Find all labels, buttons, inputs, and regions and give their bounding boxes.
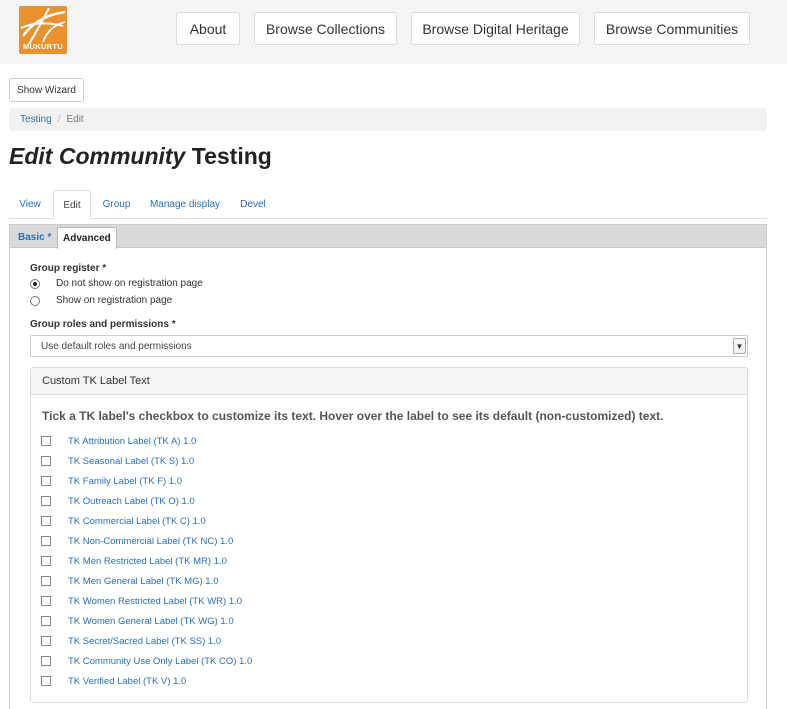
vtab-basic[interactable]: Basic * <box>13 227 56 248</box>
tab-view[interactable]: View <box>9 190 51 219</box>
tk-label-text[interactable]: TK Family Label (TK F) 1.0 <box>68 476 182 487</box>
page-title-name: Testing <box>191 143 272 169</box>
breadcrumb-current: Edit <box>66 114 84 125</box>
tk-label-text[interactable]: TK Community Use Only Label (TK CO) 1.0 <box>68 656 252 667</box>
radio-button-checked[interactable] <box>30 278 40 289</box>
nav-browse-digital-heritage[interactable]: Browse Digital Heritage <box>411 12 580 45</box>
logo-text: MUKURTU <box>22 42 63 51</box>
checkbox[interactable] <box>41 456 51 466</box>
checkbox[interactable] <box>41 436 51 446</box>
tab-manage-display[interactable]: Manage display <box>142 190 228 219</box>
group-roles-value: Use default roles and permissions <box>41 340 192 352</box>
tk-label-text[interactable]: TK Men General Label (TK MG) 1.0 <box>68 576 218 587</box>
breadcrumb-separator: / <box>57 114 61 125</box>
group-roles-label: Group roles and permissions * <box>30 319 176 330</box>
tk-label-text[interactable]: TK Attribution Label (TK A) 1.0 <box>68 436 196 447</box>
tk-label-row[interactable]: TK Family Label (TK F) 1.0 <box>41 474 182 488</box>
checkbox[interactable] <box>41 616 51 626</box>
tk-label-text[interactable]: TK Men Restricted Label (TK MR) 1.0 <box>68 556 227 567</box>
radio-label: Show on registration page <box>56 295 173 306</box>
vertical-tab-bar: Basic * Advanced <box>10 225 766 249</box>
tk-label-row[interactable]: TK Men Restricted Label (TK MR) 1.0 <box>41 554 227 568</box>
chevron-down-icon[interactable]: ▼ <box>733 338 746 354</box>
breadcrumb-link-testing[interactable]: Testing <box>20 114 52 125</box>
checkbox[interactable] <box>41 576 51 586</box>
vtab-advanced[interactable]: Advanced <box>57 227 117 249</box>
tk-label-text[interactable]: TK Women Restricted Label (TK WR) 1.0 <box>68 596 242 607</box>
tab-group[interactable]: Group <box>95 190 138 219</box>
checkbox[interactable] <box>41 556 51 566</box>
checkbox[interactable] <box>41 636 51 646</box>
tk-label-text[interactable]: TK Secret/Sacred Label (TK SS) 1.0 <box>68 636 221 647</box>
tk-label-row[interactable]: TK Women Restricted Label (TK WR) 1.0 <box>41 594 242 608</box>
primary-tabs: View Edit Group Manage display Devel <box>9 190 767 220</box>
page-title-prefix: Edit Community <box>9 143 186 169</box>
group-roles-select[interactable]: Use default roles and permissions ▼ <box>30 335 748 357</box>
fieldset-description: Tick a TK label's checkbox to customize … <box>42 409 664 423</box>
tk-label-fieldset: Custom TK Label Text Tick a TK label's c… <box>30 367 748 703</box>
tk-label-row[interactable]: TK Seasonal Label (TK S) 1.0 <box>41 454 194 468</box>
checkbox[interactable] <box>41 676 51 686</box>
radio-show[interactable]: Show on registration page <box>30 295 172 306</box>
checkbox[interactable] <box>41 496 51 506</box>
nav-about[interactable]: About <box>176 12 240 45</box>
show-wizard-button[interactable]: Show Wizard <box>9 78 84 102</box>
radio-do-not-show[interactable]: Do not show on registration page <box>30 278 203 289</box>
tk-label-row[interactable]: TK Women General Label (TK WG) 1.0 <box>41 614 234 628</box>
tk-label-row[interactable]: TK Commercial Label (TK C) 1.0 <box>41 514 206 528</box>
checkbox[interactable] <box>41 596 51 606</box>
checkbox[interactable] <box>41 536 51 546</box>
tk-label-row[interactable]: TK Attribution Label (TK A) 1.0 <box>41 434 196 448</box>
group-register-label: Group register * <box>30 263 107 274</box>
fieldset-title[interactable]: Custom TK Label Text <box>31 368 747 395</box>
tk-label-row[interactable]: TK Outreach Label (TK O) 1.0 <box>41 494 195 508</box>
site-header: MUKURTU About Browse Collections Browse … <box>0 0 787 64</box>
tk-label-text[interactable]: TK Outreach Label (TK O) 1.0 <box>68 496 195 507</box>
tk-label-text[interactable]: TK Women General Label (TK WG) 1.0 <box>68 616 234 627</box>
checkbox[interactable] <box>41 656 51 666</box>
tk-label-row[interactable]: TK Men General Label (TK MG) 1.0 <box>41 574 218 588</box>
radio-label: Do not show on registration page <box>56 278 203 289</box>
tk-label-text[interactable]: TK Commercial Label (TK C) 1.0 <box>68 516 206 527</box>
mukurtu-logo[interactable]: MUKURTU <box>19 6 67 54</box>
tk-label-row[interactable]: TK Secret/Sacred Label (TK SS) 1.0 <box>41 634 221 648</box>
tk-label-row[interactable]: TK Verified Label (TK V) 1.0 <box>41 674 186 688</box>
tab-edit[interactable]: Edit <box>53 190 91 220</box>
tk-label-text[interactable]: TK Seasonal Label (TK S) 1.0 <box>68 456 194 467</box>
tk-label-text[interactable]: TK Verified Label (TK V) 1.0 <box>68 676 186 687</box>
tk-label-row[interactable]: TK Community Use Only Label (TK CO) 1.0 <box>41 654 252 668</box>
edit-form-panel: Basic * Advanced Group register * Do not… <box>9 224 767 709</box>
page-title: Edit Community Testing <box>9 143 272 170</box>
tk-label-text[interactable]: TK Non-Commercial Label (TK NC) 1.0 <box>68 536 233 547</box>
checkbox[interactable] <box>41 476 51 486</box>
radio-button[interactable] <box>30 295 40 306</box>
checkbox[interactable] <box>41 516 51 526</box>
tab-devel[interactable]: Devel <box>232 190 274 219</box>
breadcrumb: Testing / Edit <box>9 108 767 131</box>
nav-browse-collections[interactable]: Browse Collections <box>254 12 397 45</box>
nav-browse-communities[interactable]: Browse Communities <box>594 12 750 45</box>
tk-label-row[interactable]: TK Non-Commercial Label (TK NC) 1.0 <box>41 534 233 548</box>
